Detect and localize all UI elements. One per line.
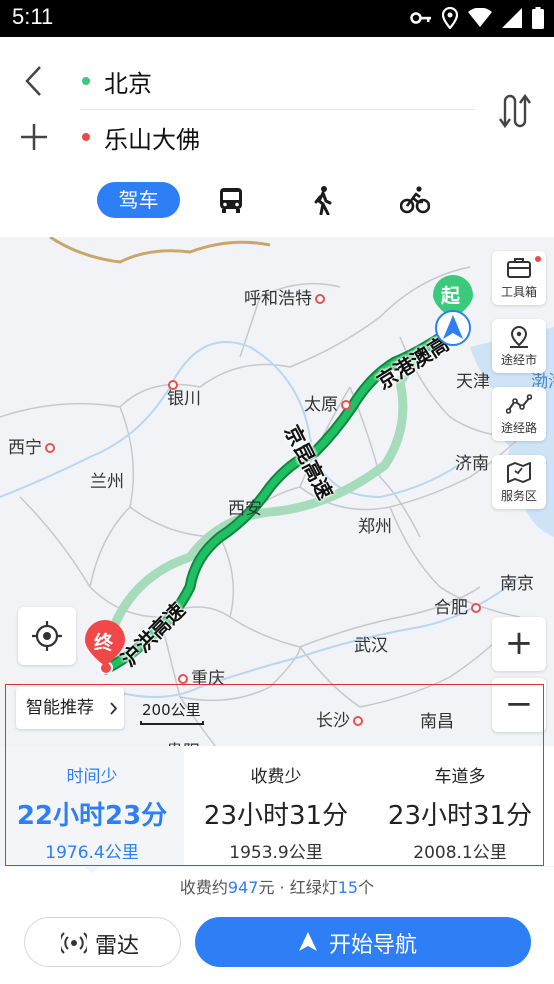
tab-drive[interactable]: 驾车	[97, 182, 180, 218]
start-navigation-button[interactable]: 开始导航	[195, 917, 531, 967]
route-distance: 2008.1公里	[413, 843, 507, 863]
end-dot	[82, 133, 90, 141]
service-area-button[interactable]: 服务区	[492, 455, 546, 509]
bus-icon[interactable]	[216, 185, 246, 215]
status-bar: 5:11	[0, 0, 554, 37]
start-dot	[82, 77, 90, 85]
city-label: 西安	[228, 499, 262, 519]
back-icon[interactable]	[18, 61, 50, 101]
via-city-icon	[510, 325, 528, 348]
smart-recommend-label: 智能推荐	[26, 698, 94, 718]
walk-icon[interactable]	[308, 185, 338, 215]
zoom-out-button[interactable]: −	[492, 677, 546, 732]
signal-icon	[502, 8, 522, 28]
city-label: 郑州	[358, 517, 392, 537]
service-area-icon	[507, 462, 531, 483]
via-city-label: 途经市	[500, 353, 537, 367]
wifi-icon	[468, 8, 492, 27]
zoom-in-button[interactable]: +	[492, 617, 546, 671]
city-label: 银川	[154, 380, 201, 409]
swap-locations-icon[interactable]	[494, 89, 534, 133]
via-road-icon	[506, 394, 532, 414]
status-time: 5:11	[12, 4, 54, 29]
route-distance: 1953.9公里	[229, 843, 323, 863]
end-marker-label: 终	[94, 632, 114, 654]
route-distance: 1976.4公里	[45, 843, 139, 863]
city-label: 济南	[455, 454, 489, 474]
city-label: 重庆	[178, 664, 225, 689]
bike-icon[interactable]	[400, 185, 430, 215]
toll-amount: 947	[227, 878, 259, 897]
city-label: 武汉	[354, 636, 388, 656]
map-scale-bar	[140, 721, 204, 725]
notification-dot	[535, 256, 541, 262]
city-label: 西宁	[8, 433, 55, 458]
transport-mode-bar: 驾车	[0, 182, 554, 222]
via-road-label: 途经路	[500, 421, 537, 435]
city-label: 长沙	[316, 706, 363, 731]
city-label: 合肥	[434, 593, 481, 618]
key-icon	[410, 12, 431, 24]
locate-icon	[32, 621, 62, 651]
traffic-light-count: 15	[337, 878, 359, 897]
locate-button[interactable]	[18, 607, 76, 665]
route-option-fastest[interactable]: 时间少 22小时23分 1976.4公里	[0, 746, 184, 874]
radar-button[interactable]: 雷达	[24, 917, 181, 967]
smart-recommend-button[interactable]: 智能推荐	[16, 687, 124, 729]
map-scale-label: 200公里	[142, 701, 201, 719]
start-location-text: 北京	[104, 69, 152, 98]
status-icons	[410, 7, 544, 29]
battery-icon	[532, 7, 544, 29]
radar-label: 雷达	[95, 934, 140, 959]
city-label: 南昌	[420, 712, 454, 732]
start-navigation-label: 开始导航	[329, 933, 418, 958]
route-option-wide-roads[interactable]: 车道多 23小时31分 2008.1公里	[368, 746, 552, 866]
route-name: 收费少	[250, 767, 302, 787]
via-city-button[interactable]: 途经市	[492, 319, 546, 373]
location-icon	[442, 7, 458, 29]
route-option-low-toll[interactable]: 收费少 23小时31分 1953.9公里	[184, 746, 368, 866]
start-location-field[interactable]: 北京	[80, 53, 475, 110]
start-marker-label: 起	[441, 285, 461, 307]
route-time: 23小时31分	[203, 801, 349, 831]
toolbox-button[interactable]: 工具箱	[492, 251, 546, 305]
city-label: 南京	[500, 574, 534, 594]
toolbox-icon	[507, 258, 531, 278]
route-summary-info: 收费约947元 · 红绿灯15个	[179, 878, 375, 897]
add-waypoint-icon[interactable]	[18, 121, 50, 153]
city-label: 兰州	[90, 472, 124, 492]
city-label: 天津	[456, 372, 490, 392]
route-time: 22小时23分	[16, 801, 168, 831]
route-name: 车道多	[434, 767, 486, 787]
via-road-button[interactable]: 途经路	[492, 387, 546, 441]
city-label: 呼和浩特	[244, 284, 325, 309]
route-name: 时间少	[66, 767, 118, 787]
service-area-label: 服务区	[500, 489, 537, 503]
end-location-field[interactable]: 乐山大佛	[80, 109, 475, 165]
route-options: 时间少 22小时23分 1976.4公里 收费少 23小时31分 1953.9公…	[0, 746, 554, 874]
end-location-text: 乐山大佛	[104, 125, 200, 154]
navigation-arrow-icon	[435, 310, 471, 346]
city-label: 太原	[304, 390, 351, 415]
chevron-right-icon	[110, 702, 118, 715]
route-time: 23小时31分	[387, 801, 533, 831]
route-search-panel: 北京 乐山大佛 驾车	[0, 37, 554, 237]
toolbox-label: 工具箱	[500, 285, 537, 299]
radar-icon	[61, 932, 87, 954]
navigation-arrow-icon	[299, 932, 317, 951]
